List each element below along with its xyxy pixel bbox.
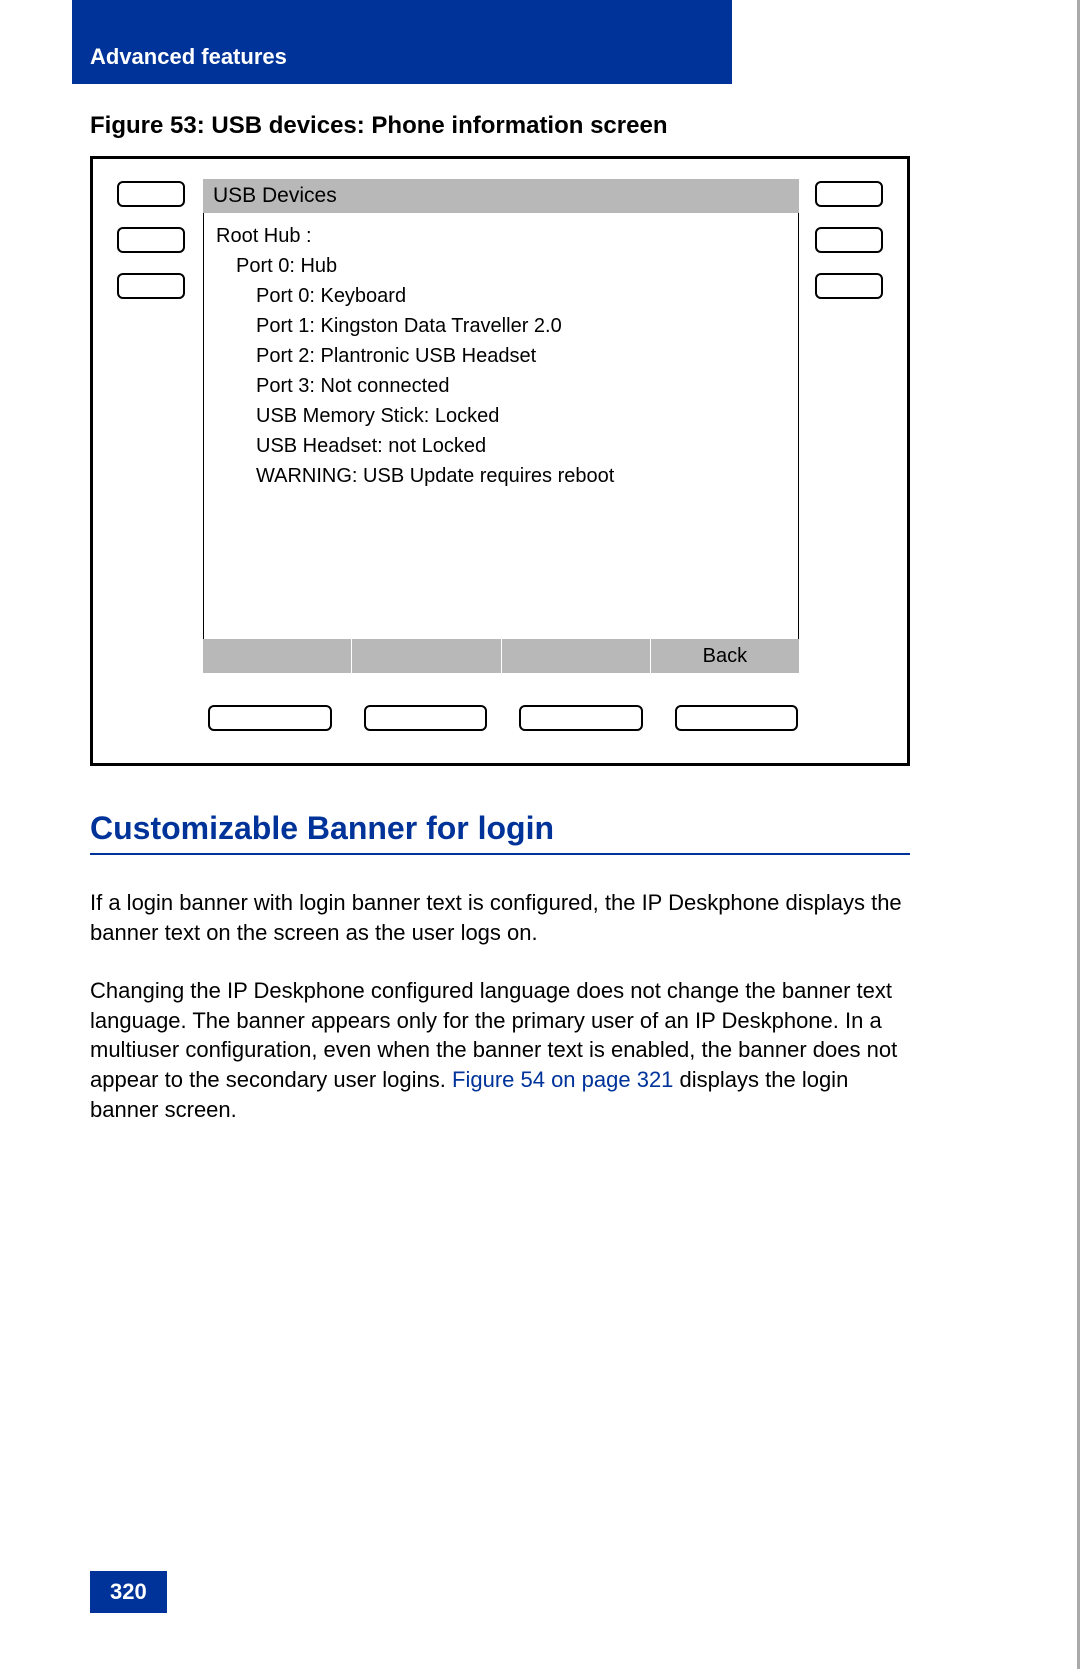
usb-line: Root Hub :	[216, 221, 786, 251]
hw-softkey-2[interactable]	[364, 705, 488, 731]
usb-line: USB Memory Stick: Locked	[216, 401, 786, 431]
usb-line: Port 0: Keyboard	[216, 281, 786, 311]
usb-line: Port 1: Kingston Data Traveller 2.0	[216, 311, 786, 341]
body-paragraph-2: Changing the IP Deskphone configured lan…	[90, 976, 910, 1124]
phone-screenshot: USB Devices Root Hub : Port 0: Hub Port …	[90, 156, 910, 766]
usb-line: Port 0: Hub	[216, 251, 786, 281]
phone-screen-title: USB Devices	[203, 179, 799, 213]
usb-line: USB Headset: not Locked	[216, 431, 786, 461]
usb-line: WARNING: USB Update requires reboot	[216, 461, 786, 491]
usb-line: Port 3: Not connected	[216, 371, 786, 401]
line-key-left-1[interactable]	[117, 181, 185, 207]
line-key-left-3[interactable]	[117, 273, 185, 299]
line-key-right-2[interactable]	[815, 227, 883, 253]
softkey-back[interactable]: Back	[651, 639, 799, 673]
softkey-row: Back	[203, 639, 799, 673]
section-heading: Customizable Banner for login	[90, 810, 910, 855]
hw-softkey-3[interactable]	[519, 705, 643, 731]
chapter-title: Advanced features	[90, 44, 287, 70]
hw-softkey-1[interactable]	[208, 705, 332, 731]
usb-line: Port 2: Plantronic USB Headset	[216, 341, 786, 371]
hw-softkey-4[interactable]	[675, 705, 799, 731]
phone-screen-body: Root Hub : Port 0: Hub Port 0: Keyboard …	[203, 213, 799, 645]
figure-caption: Figure 53: USB devices: Phone informatio…	[90, 112, 667, 140]
line-key-left-2[interactable]	[117, 227, 185, 253]
softkey-3[interactable]	[502, 639, 651, 673]
figure-54-link[interactable]: Figure 54 on page 321	[452, 1067, 673, 1092]
line-key-right-3[interactable]	[815, 273, 883, 299]
softkey-1[interactable]	[203, 639, 352, 673]
body-paragraph-1: If a login banner with login banner text…	[90, 888, 910, 947]
line-key-right-1[interactable]	[815, 181, 883, 207]
hardware-softkeys	[208, 705, 798, 731]
chapter-header: Advanced features	[72, 0, 732, 84]
page-number: 320	[90, 1571, 167, 1613]
softkey-2[interactable]	[352, 639, 501, 673]
